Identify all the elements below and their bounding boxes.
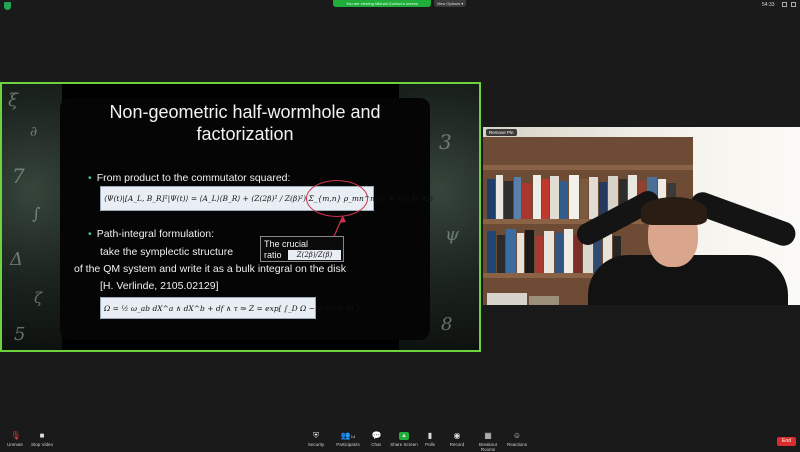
annotation-arrow bbox=[327, 215, 346, 251]
stop-video-button[interactable]: ■ Stop Video bbox=[30, 431, 54, 448]
participants-icon: 👥14 bbox=[340, 431, 356, 440]
breakout-rooms-button[interactable]: ▦ Breakout Rooms bbox=[472, 432, 504, 452]
callout-formula: Z(2β)/Z(β) bbox=[288, 250, 341, 260]
book bbox=[550, 176, 559, 219]
microphone-muted-icon: 🎙 bbox=[10, 431, 21, 440]
record-icon: ◉ bbox=[453, 431, 461, 440]
book bbox=[564, 229, 573, 273]
reactions-button[interactable]: ☺ Reactions bbox=[507, 431, 528, 448]
breakout-rooms-label: Breakout Rooms bbox=[478, 442, 497, 452]
book bbox=[535, 236, 543, 273]
end-meeting-button[interactable]: End bbox=[777, 437, 796, 446]
presentation-slide: Non-geometric half-wormhole and factoriz… bbox=[60, 98, 433, 340]
book bbox=[504, 181, 513, 219]
top-bar: You are viewing Mikhail Gulinov's screen… bbox=[0, 0, 800, 12]
book bbox=[525, 230, 534, 273]
book bbox=[560, 181, 568, 219]
meeting-timer: 54:33 bbox=[762, 2, 775, 8]
book bbox=[533, 175, 541, 219]
book bbox=[522, 183, 532, 219]
video-camera-icon: ■ bbox=[39, 431, 45, 440]
unmute-button[interactable]: 🎙 Unmute bbox=[6, 431, 24, 448]
book bbox=[529, 296, 559, 305]
book bbox=[589, 177, 598, 219]
book bbox=[580, 179, 588, 219]
share-screen-label: Share Screen bbox=[390, 442, 418, 447]
reactions-icon: ☺ bbox=[512, 431, 522, 440]
book bbox=[496, 175, 503, 219]
security-label: Security bbox=[307, 442, 325, 447]
polls-icon: ▮ bbox=[427, 431, 433, 440]
unmute-label: Unmute bbox=[7, 442, 23, 447]
chat-label: Chat bbox=[371, 442, 381, 447]
annotation-callout: The crucial ratio Z(2β)/Z(β) bbox=[260, 236, 344, 262]
chat-icon: 💬 bbox=[371, 431, 382, 440]
book bbox=[555, 233, 563, 273]
slide-background-pattern: ξ ∂ 7 ∫ Δ ζ 5 bbox=[2, 84, 62, 350]
minimize-icon[interactable] bbox=[782, 2, 787, 7]
share-screen-button[interactable]: ▲ Share Screen bbox=[390, 432, 418, 447]
shield-icon: ⛨ bbox=[313, 431, 319, 440]
speaker-video[interactable]: Remove Pin bbox=[483, 127, 800, 305]
share-banner: You are viewing Mikhail Gulinov's screen bbox=[333, 0, 431, 7]
reactions-label: Reactions bbox=[507, 442, 528, 447]
book bbox=[514, 177, 521, 219]
record-label: Record bbox=[449, 442, 465, 447]
polls-button[interactable]: ▮ Polls bbox=[423, 431, 437, 448]
participants-label: Participants bbox=[336, 442, 360, 447]
chat-button[interactable]: 💬 Chat bbox=[368, 431, 384, 448]
book bbox=[544, 231, 554, 273]
participants-button[interactable]: 👥14 Participants bbox=[334, 431, 362, 448]
meeting-toolbar: 🎙 Unmute ■ Stop Video ⛨ Security 👥14 Par… bbox=[0, 430, 800, 452]
stop-video-label: Stop Video bbox=[31, 442, 53, 447]
shield-icon[interactable] bbox=[4, 2, 11, 10]
record-button[interactable]: ◉ Record bbox=[448, 431, 466, 448]
remove-pin-button[interactable]: Remove Pin bbox=[486, 129, 517, 136]
security-button[interactable]: ⛨ Security bbox=[305, 431, 327, 448]
book bbox=[506, 229, 516, 273]
shared-screen: ξ ∂ 7 ∫ Δ ζ 5 π 3 Σ ψ ∞ 8 Non-geometric … bbox=[0, 82, 481, 352]
book bbox=[542, 179, 549, 219]
book bbox=[569, 175, 579, 219]
participants-count: 14 bbox=[350, 434, 356, 439]
share-screen-icon: ▲ bbox=[399, 432, 409, 440]
polls-label: Polls bbox=[425, 442, 435, 447]
book bbox=[497, 235, 505, 273]
breakout-rooms-icon: ▦ bbox=[484, 431, 492, 440]
book bbox=[517, 233, 524, 273]
book bbox=[487, 231, 496, 273]
view-options-button[interactable]: View Options ▾ bbox=[434, 0, 466, 7]
person-hair bbox=[641, 197, 707, 225]
person-body bbox=[588, 255, 788, 305]
book bbox=[487, 179, 495, 219]
callout-line-1: The crucial bbox=[264, 239, 309, 249]
fullscreen-icon[interactable] bbox=[791, 2, 796, 7]
book bbox=[487, 293, 527, 305]
